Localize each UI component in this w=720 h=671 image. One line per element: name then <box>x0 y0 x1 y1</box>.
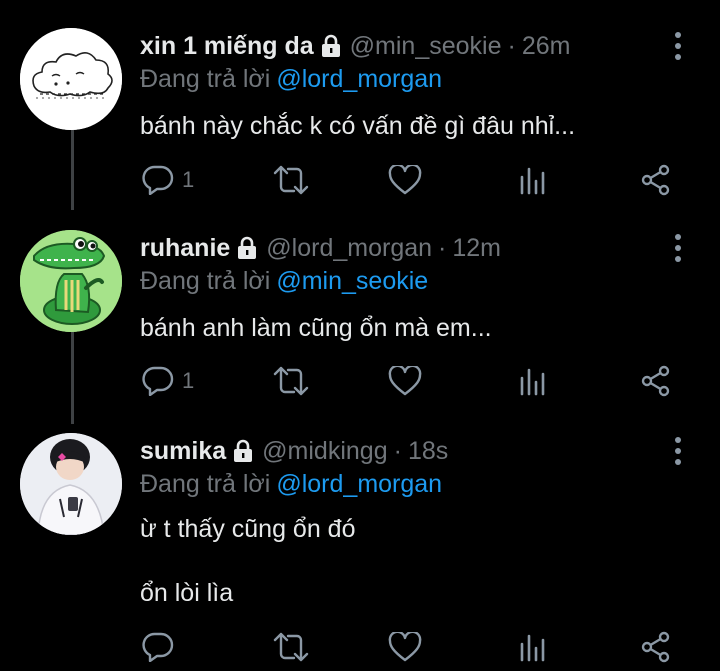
like-icon <box>388 632 422 662</box>
reply-icon <box>142 632 174 662</box>
tweet-actions <box>140 627 685 667</box>
like-icon <box>388 165 422 195</box>
green-crocodile-avatar <box>20 230 122 332</box>
timestamp[interactable]: 12m <box>452 230 501 266</box>
tweet-header: ruhanie @lord_morgan · 12m <box>140 230 501 266</box>
like-button[interactable] <box>388 361 422 401</box>
separator-dot: · <box>393 437 402 465</box>
replying-to: Đang trả lời @lord_morgan <box>140 466 442 502</box>
share-button[interactable] <box>640 361 672 401</box>
avatar[interactable] <box>20 28 122 130</box>
user-handle[interactable]: @min_seokie <box>350 28 502 64</box>
display-name[interactable]: xin 1 miếng da <box>140 28 314 64</box>
share-icon <box>641 365 670 397</box>
reply-icon <box>142 165 174 195</box>
share-icon <box>641 164 670 196</box>
tweet-text-line-2: ổn lòi lìa <box>140 579 234 607</box>
replying-to-handle[interactable]: @lord_morgan <box>276 65 442 93</box>
reply-button[interactable]: 1 <box>142 160 194 200</box>
lock-icon <box>238 236 257 259</box>
like-icon <box>388 366 422 396</box>
tweet-actions: 1 <box>140 160 685 200</box>
like-button[interactable] <box>388 627 422 667</box>
analytics-icon <box>520 368 545 396</box>
retweet-icon <box>273 165 309 195</box>
tweet-header: xin 1 miếng da @min_seokie · 26m <box>140 28 570 64</box>
reply-icon <box>142 366 174 396</box>
cloud-sketch-avatar <box>20 28 122 130</box>
tweet-text: bánh anh làm cũng ổn mà em... <box>140 314 492 342</box>
tweet-header: sumika @midkingg · 18s <box>140 433 448 469</box>
user-handle[interactable]: @midkingg <box>262 433 387 469</box>
tweet-2[interactable]: ruhanie @lord_morgan · 12m Đang trả lời @… <box>0 230 720 410</box>
tweet-3[interactable]: sumika @midkingg · 18s Đang trả lời @lord… <box>0 433 720 671</box>
tweet-text: bánh này chắc k có vấn đề gì đâu nhỉ... <box>140 112 576 140</box>
reply-count: 1 <box>182 167 195 192</box>
analytics-icon <box>520 167 545 195</box>
reply-button[interactable]: 1 <box>142 361 194 401</box>
analytics-button[interactable] <box>518 361 548 401</box>
replying-to-label: Đang trả lời <box>140 65 271 93</box>
more-vertical-icon[interactable] <box>668 436 688 466</box>
more-vertical-icon[interactable] <box>668 233 688 263</box>
replying-to: Đang trả lời @min_seokie <box>140 263 428 299</box>
analytics-button[interactable] <box>518 627 548 667</box>
share-button[interactable] <box>640 160 672 200</box>
lock-icon <box>234 439 253 462</box>
reply-count: 1 <box>182 368 195 393</box>
separator-dot: · <box>438 234 447 262</box>
tweet-actions: 1 <box>140 361 685 401</box>
more-vertical-icon[interactable] <box>668 31 688 61</box>
retweet-button[interactable] <box>272 361 310 401</box>
analytics-icon <box>520 634 545 662</box>
retweet-icon <box>273 632 309 662</box>
replying-to-label: Đang trả lời <box>140 267 271 295</box>
tweet-text-line-1: ừ t thấy cũng ổn đó <box>140 515 356 543</box>
avatar[interactable] <box>20 433 122 535</box>
retweet-button[interactable] <box>272 160 310 200</box>
timestamp[interactable]: 26m <box>522 28 571 64</box>
reply-button[interactable] <box>142 627 182 667</box>
user-handle[interactable]: @lord_morgan <box>266 230 432 266</box>
display-name[interactable]: ruhanie <box>140 230 230 266</box>
avatar[interactable] <box>20 230 122 332</box>
lock-icon <box>321 34 340 57</box>
replying-to: Đang trả lời @lord_morgan <box>140 61 442 97</box>
like-button[interactable] <box>388 160 422 200</box>
share-button[interactable] <box>640 627 672 667</box>
retweet-icon <box>273 366 309 396</box>
timestamp[interactable]: 18s <box>408 433 448 469</box>
person-photo-avatar <box>20 433 122 535</box>
analytics-button[interactable] <box>518 160 548 200</box>
display-name[interactable]: sumika <box>140 433 226 469</box>
replying-to-handle[interactable]: @lord_morgan <box>276 470 442 498</box>
replying-to-handle[interactable]: @min_seokie <box>276 267 428 295</box>
retweet-button[interactable] <box>272 627 310 667</box>
share-icon <box>641 631 670 663</box>
replying-to-label: Đang trả lời <box>140 470 271 498</box>
separator-dot: · <box>507 32 516 60</box>
tweet-1[interactable]: xin 1 miếng da @min_seokie · 26m Đang tr… <box>0 28 720 208</box>
